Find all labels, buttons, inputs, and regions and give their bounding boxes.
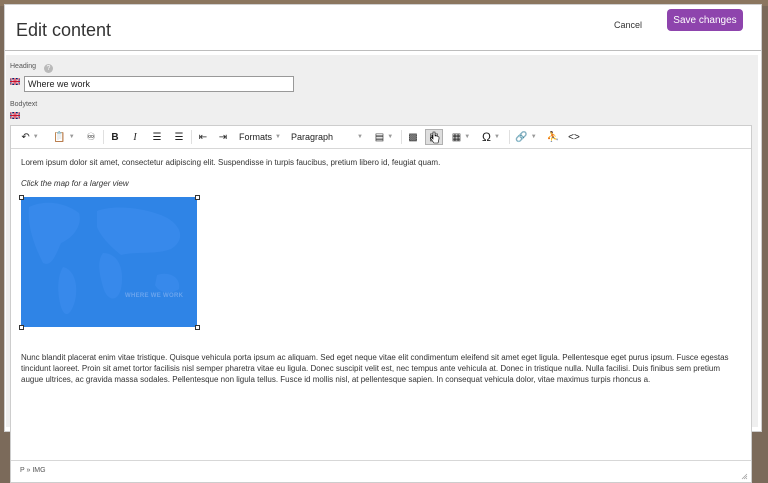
accessibility-icon: ⛹ <box>546 131 560 143</box>
formats-label: Formats <box>239 132 273 142</box>
bodytext-label: Bodytext <box>10 101 38 108</box>
block-format-dropdown[interactable]: Paragraph ▼ <box>291 129 363 145</box>
form-area: Heading ? Bodytext ↶▼ 📋▼ <box>6 55 758 483</box>
link-icon: 🔗 <box>515 131 528 143</box>
block-format-label: Paragraph <box>291 132 334 142</box>
help-icon[interactable]: ? <box>44 64 53 73</box>
omega-icon: Ω <box>482 130 492 144</box>
dialog-title: Edit content <box>16 20 112 40</box>
find-replace-button[interactable]: ♾ <box>83 129 99 145</box>
uk-flag-icon <box>10 78 20 85</box>
resize-grip-icon[interactable] <box>741 473 748 480</box>
map-label: WHERE WE WORK <box>125 293 184 299</box>
formats-dropdown[interactable]: Formats ▼ <box>237 129 283 145</box>
element-path[interactable]: P » IMG <box>20 467 46 474</box>
paragraph-text: Lorem ipsum dolor sit amet, consectetur … <box>21 158 441 167</box>
align-icon: ▤ <box>374 131 385 143</box>
outdent-icon: ⇤ <box>198 131 208 143</box>
cancel-button[interactable]: Cancel <box>614 20 642 30</box>
paste-button[interactable]: 📋 ▼ <box>51 129 77 145</box>
outdent-button[interactable]: ⇤ <box>195 129 211 145</box>
numbered-list-icon: ☰ <box>174 131 184 143</box>
heading-label: Heading <box>10 63 37 70</box>
accessibility-button[interactable]: ⛹ <box>545 129 561 145</box>
binoculars-icon: ♾ <box>86 131 96 143</box>
italic-button[interactable]: I <box>127 129 143 145</box>
resize-handle-bottom-right[interactable] <box>195 325 200 330</box>
map-caption: Click the map for a larger view <box>21 179 129 188</box>
undo-button[interactable]: ↶ ▼ <box>17 129 43 145</box>
heading-input[interactable] <box>24 76 294 92</box>
source-code-button[interactable]: <> <box>565 129 583 145</box>
hand-cursor-icon <box>430 131 440 144</box>
editor-statusbar: P » IMG <box>11 460 751 483</box>
paragraph-text: Nunc blandit placerat enim vitae tristiq… <box>21 353 729 384</box>
world-map-image[interactable]: WHERE WE WORK <box>21 197 197 327</box>
source-code-icon: <> <box>568 131 580 143</box>
insert-image-button[interactable]: ▩ <box>405 129 421 145</box>
special-char-button[interactable]: Ω ▼ <box>477 129 505 145</box>
resize-handle-top-left[interactable] <box>19 195 24 200</box>
align-button[interactable]: ▤ ▼ <box>371 129 397 145</box>
bullet-list-icon: ☰ <box>152 131 162 143</box>
edit-content-dialog: Edit content Cancel Save changes Heading… <box>4 4 762 483</box>
image-icon: ▩ <box>408 131 418 143</box>
table-icon: ▦ <box>451 131 462 143</box>
bold-icon: B <box>111 131 119 143</box>
paste-icon: 📋 <box>53 131 66 143</box>
dialog-header: Edit content Cancel Save changes <box>5 5 761 51</box>
indent-button[interactable]: ⇥ <box>215 129 231 145</box>
resize-handle-top-right[interactable] <box>195 195 200 200</box>
italic-icon: I <box>133 131 137 143</box>
bullet-list-button[interactable]: ☰ <box>149 129 165 145</box>
save-changes-button[interactable]: Save changes <box>667 9 743 31</box>
uk-flag-icon <box>10 112 20 119</box>
numbered-list-button[interactable]: ☰ <box>171 129 187 145</box>
table-button[interactable]: ▦ ▼ <box>449 129 473 145</box>
world-map-graphic <box>28 202 181 315</box>
editor-toolbar: ↶ ▼ 📋 ▼ ♾ B I ☰ ☰ ⇤ ⇥ Formats ▼ Paragrap… <box>11 126 751 149</box>
undo-icon: ↶ <box>21 131 30 143</box>
link-button[interactable]: 🔗 ▼ <box>513 129 539 145</box>
indent-icon: ⇥ <box>218 131 228 143</box>
resize-handle-bottom-left[interactable] <box>19 325 24 330</box>
rich-text-editor: ↶ ▼ 📋 ▼ ♾ B I ☰ ☰ ⇤ ⇥ Formats ▼ Paragrap… <box>10 125 752 483</box>
editor-content[interactable]: Lorem ipsum dolor sit amet, consectetur … <box>11 149 751 439</box>
bold-button[interactable]: B <box>107 129 123 145</box>
